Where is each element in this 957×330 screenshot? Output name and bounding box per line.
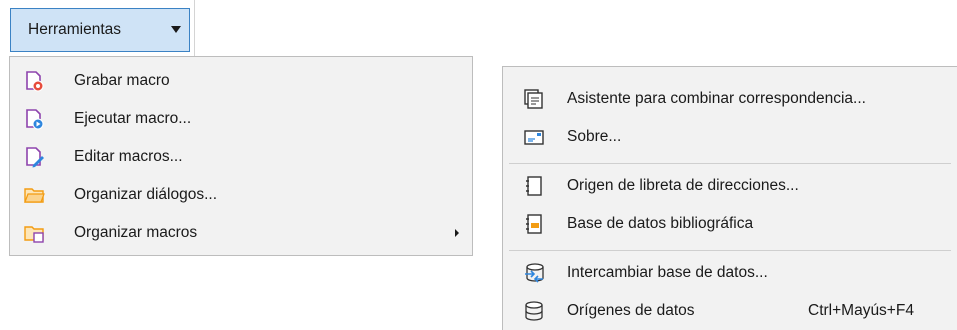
menu-item-label: Organizar diálogos... (74, 186, 218, 203)
menu-item-editar-macros[interactable]: Editar macros... (10, 138, 472, 176)
menu-item-label: Editar macros... (74, 148, 183, 165)
menu-item-label: Organizar macros (74, 224, 198, 241)
mail-merge-icon (524, 89, 543, 109)
menu-item-origenes-datos[interactable]: Orígenes de datos Ctrl+Mayús+F4 (503, 292, 957, 330)
menu-item-origen-libreta[interactable]: Origen de libreta de direcciones... (503, 167, 957, 205)
menu-item-label: Grabar macro (74, 72, 170, 89)
chevron-down-icon (171, 26, 181, 33)
bibliography-icon (526, 214, 542, 234)
address-book-icon (526, 176, 542, 196)
menu-item-intercambiar-base[interactable]: Intercambiar base de datos... (503, 254, 957, 292)
menu-item-ejecutar-macro[interactable]: Ejecutar macro... (10, 100, 472, 138)
menu-item-label: Origen de libreta de direcciones... (567, 177, 799, 194)
menu-item-label: Intercambiar base de datos... (567, 264, 768, 281)
envelope-icon (524, 130, 544, 145)
toolbar-separator (194, 0, 195, 56)
macros-dropdown-menu: Grabar macro Ejecutar macro... Editar ma… (9, 56, 473, 256)
exchange-database-icon (525, 263, 544, 283)
record-macro-icon (26, 71, 44, 92)
run-macro-icon (26, 109, 44, 130)
menu-item-label: Base de datos bibliográfica (567, 215, 754, 232)
herramientas-menu-button[interactable]: Herramientas (10, 8, 190, 52)
menu-item-label: Orígenes de datos (567, 302, 695, 319)
menu-item-label: Asistente para combinar correspondencia.… (567, 90, 866, 107)
menu-item-base-bibliografica[interactable]: Base de datos bibliográfica (503, 205, 957, 243)
herramientas-button-label: Herramientas (28, 21, 122, 38)
submenu-arrow-icon (455, 229, 459, 237)
edit-macros-icon (26, 147, 44, 168)
database-dropdown-menu: Asistente para combinar correspondencia.… (502, 66, 957, 330)
menu-item-label: Ejecutar macro... (74, 110, 192, 127)
menu-item-label: Sobre... (567, 128, 622, 145)
menu-item-grabar-macro[interactable]: Grabar macro (10, 62, 472, 100)
menu-item-organizar-macros[interactable]: Organizar macros (10, 214, 472, 252)
menu-item-sobre[interactable]: Sobre... (503, 118, 957, 156)
database-icon (525, 301, 543, 321)
menu-item-asistente-combinar[interactable]: Asistente para combinar correspondencia.… (503, 80, 957, 118)
menu-separator (509, 163, 951, 164)
menu-separator (509, 250, 951, 251)
folder-icon (24, 188, 45, 203)
organize-macros-icon (24, 226, 44, 243)
menu-item-organizar-dialogos[interactable]: Organizar diálogos... (10, 176, 472, 214)
shortcut-label: Ctrl+Mayús+F4 (808, 302, 914, 319)
